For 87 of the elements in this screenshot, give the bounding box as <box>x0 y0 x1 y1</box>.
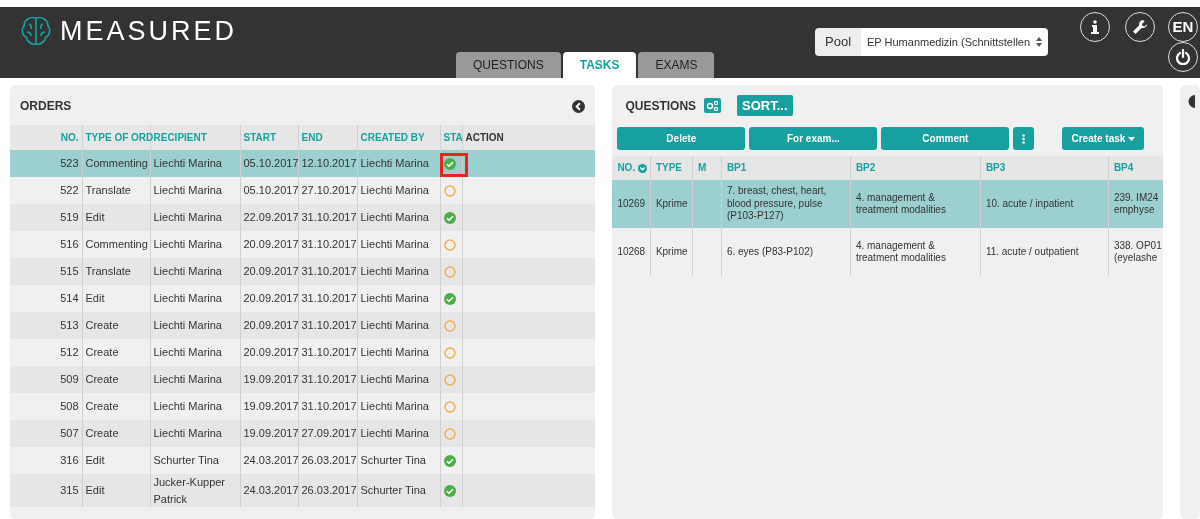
table-row[interactable]: 513 Create Liechti Marina 20.09.2017 31.10.2017 Liechti Marina <box>10 312 596 339</box>
table-cell: 509 <box>10 366 82 393</box>
panel-title: QUESTIONS <box>625 97 697 115</box>
table-cell: 20.09.2017 <box>240 258 298 285</box>
table-cell: 31.10.2017 <box>298 258 357 285</box>
table-cell: Create <box>82 366 150 393</box>
create-task-button[interactable]: Create task <box>1062 127 1145 150</box>
table-cell: Translate <box>82 258 150 285</box>
brain-logo-icon <box>20 15 52 48</box>
table-cell: 239. IM24 emphyse <box>1108 180 1164 228</box>
table-cell: Liechti Marina <box>357 258 440 285</box>
table-cell: 11. acute / outpatient <box>980 228 1109 276</box>
sort-arrows-icon <box>1036 37 1043 47</box>
table-cell: 10. acute / inpatient <box>980 180 1109 228</box>
table-cell: Kprime <box>650 180 693 228</box>
table-cell: Commenting <box>82 150 150 177</box>
table-cell: 10268 <box>612 228 651 276</box>
table-cell: Liechti Marina <box>150 204 240 231</box>
power-icon <box>1175 49 1191 65</box>
tab[interactable]: QUESTIONS <box>456 52 561 78</box>
table-cell: 19.09.2017 <box>240 420 298 447</box>
tab[interactable]: TASKS <box>562 52 637 78</box>
table-cell: Liechti Marina <box>150 420 240 447</box>
table-cell: Liechti Marina <box>150 258 240 285</box>
table-cell: Jucker-Kupper Patrick <box>150 474 240 507</box>
sort-button[interactable]: SORT... <box>737 95 793 116</box>
table-cell: 4. management & treatment modalities <box>850 180 981 228</box>
table-cell: 6. eyes (P83-P102) <box>721 228 851 276</box>
table-cell: 513 <box>10 312 82 339</box>
table-cell: 12.10.2017 <box>298 150 357 177</box>
table-cell: 315 <box>10 474 82 507</box>
sort-icon <box>637 163 647 173</box>
table-cell: 05.10.2017 <box>240 150 298 177</box>
table-cell: 31.10.2017 <box>298 312 357 339</box>
table-row[interactable]: 515 Translate Liechti Marina 20.09.2017 31.10.2017 Liechti Marina <box>10 258 596 285</box>
table-cell: 7. breast, chest, heart, blood pressure, pulse (P103-P127) <box>721 180 851 228</box>
table-cell: Liechti Marina <box>150 312 240 339</box>
tab[interactable]: EXAMS <box>638 52 715 78</box>
table-cell: Edit <box>82 204 150 231</box>
table-cell: 523 <box>10 150 82 177</box>
table-cell: Edit <box>82 474 150 507</box>
table-cell: Liechti Marina <box>357 312 440 339</box>
table-cell: 27.09.2017 <box>298 420 357 447</box>
table-cell: 31.10.2017 <box>298 204 357 231</box>
table-row[interactable]: 519 Edit Liechti Marina 22.09.2017 31.10.2017 Liechti Marina <box>10 204 596 231</box>
panel-title: ORDERS <box>20 98 72 115</box>
table-cell: 338. OP01 (eyelashe <box>1108 228 1164 276</box>
logo-text: MEASURED <box>60 15 238 48</box>
caret-icon <box>1128 137 1136 142</box>
table-cell: Liechti Marina <box>150 150 240 177</box>
table-cell: 507 <box>10 420 82 447</box>
gears-icon[interactable] <box>704 98 722 113</box>
table-cell: Kprime <box>650 228 693 276</box>
wrench-icon <box>1132 19 1148 35</box>
table-row[interactable]: 507 Create Liechti Marina 19.09.2017 27.09.2017 Liechti Marina <box>10 420 596 447</box>
table-cell: Liechti Marina <box>357 420 440 447</box>
table-cell: Liechti Marina <box>150 366 240 393</box>
table-row[interactable]: 315 Edit Jucker-Kupper Patrick 24.03.2017 26.03.2017 Schurter Tina <box>10 474 596 507</box>
action-button[interactable]: Comment <box>881 127 1010 150</box>
table-cell: 20.09.2017 <box>240 312 298 339</box>
table-cell: 19.09.2017 <box>240 366 298 393</box>
table-cell: Liechti Marina <box>357 366 440 393</box>
table-cell: 519 <box>10 204 82 231</box>
table-cell: 10269 <box>612 180 651 228</box>
table-row[interactable]: 10269 Kprime 7. breast, chest, heart, blood pressure, pulse (P103-P127) 4. management & treatment modalities 10. acute / inpatient 239. IM24 emphyse <box>612 180 1164 228</box>
table-cell: 26.03.2017 <box>298 474 357 507</box>
column-header[interactable]: ACTION <box>462 125 596 150</box>
table-cell: Create <box>82 420 150 447</box>
table-cell: 515 <box>10 258 82 285</box>
table-row[interactable]: 523 Commenting Liechti Marina 05.10.2017 12.10.2017 Liechti Marina <box>10 150 596 177</box>
table-cell: 22.09.2017 <box>240 204 298 231</box>
table-row[interactable]: 10268 Kprime 6. eyes (P83-P102) 4. management & treatment modalities 11. acute / outpatient 338. OP01 (eyelashe <box>612 228 1164 276</box>
more-icon <box>1022 134 1026 145</box>
collapse-icon[interactable] <box>1188 95 1197 108</box>
collapse-icon[interactable] <box>572 99 586 113</box>
info-icon <box>1091 20 1099 34</box>
table-cell: Liechti Marina <box>357 150 440 177</box>
table-cell: Create <box>82 312 150 339</box>
action-button[interactable]: Delete <box>617 127 746 150</box>
more-button[interactable] <box>1013 127 1035 150</box>
table-cell: Liechti Marina <box>357 204 440 231</box>
table-cell: 24.03.2017 <box>240 474 298 507</box>
table-row[interactable]: 509 Create Liechti Marina 19.09.2017 31.10.2017 Liechti Marina <box>10 366 596 393</box>
table-cell: 4. management & treatment modalities <box>850 228 981 276</box>
table-cell: 31.10.2017 <box>298 366 357 393</box>
action-button[interactable]: For exam... <box>749 127 878 150</box>
table-cell: Schurter Tina <box>357 474 440 507</box>
